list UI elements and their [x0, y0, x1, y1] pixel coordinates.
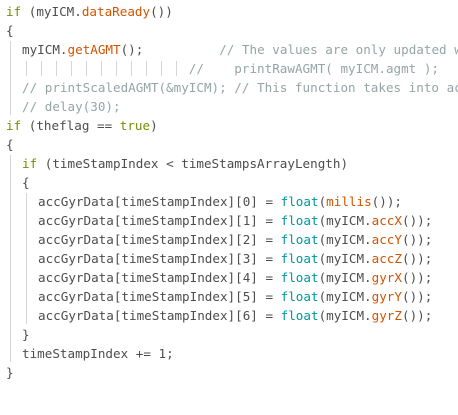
code-token: ()); [401, 251, 433, 266]
code-line[interactable]: { [22, 173, 30, 192]
code-token: float [280, 308, 319, 323]
code-token: (); [120, 42, 220, 57]
code-line[interactable]: accGyrData[timeStampIndex][4] = float(my… [38, 268, 432, 287]
code-token: (myICM. [318, 289, 372, 304]
code-line[interactable]: timeStampIndex += 1; [22, 344, 174, 363]
indent-guide [71, 61, 72, 76]
code-token: accGyrData[timeStampIndex][0] = [38, 194, 281, 209]
code-line[interactable]: if (theflag == true) [6, 116, 158, 135]
indent-guide [116, 61, 117, 76]
code-token: accZ [371, 251, 402, 266]
code-line[interactable]: { [6, 21, 14, 40]
code-token: ) [150, 118, 158, 133]
indent-guide [10, 41, 11, 115]
code-line[interactable]: // printRawAGMT( myICM.agmt ); [22, 59, 439, 78]
code-token: accX [371, 213, 402, 228]
code-token: // printRawAGMT( myICM.agmt ); [22, 61, 440, 76]
code-token: if [6, 4, 22, 19]
code-token: accGyrData[timeStampIndex][2] = [38, 232, 281, 247]
indent-guide [41, 61, 42, 76]
code-token: float [280, 289, 319, 304]
code-token: myICM. [22, 42, 68, 57]
code-line[interactable]: accGyrData[timeStampIndex][3] = float(my… [38, 249, 432, 268]
code-token: gyrZ [371, 308, 402, 323]
code-editor[interactable]: if (myICM.dataReady()){myICM.getAGMT(); … [0, 0, 458, 415]
code-line[interactable]: accGyrData[timeStampIndex][1] = float(my… [38, 211, 432, 230]
code-token: getAGMT [67, 42, 121, 57]
indent-guide [161, 61, 162, 76]
code-token: true [119, 118, 151, 133]
code-line[interactable]: } [22, 325, 30, 344]
code-token: ; [166, 346, 174, 361]
code-token: 1 [158, 346, 167, 361]
code-token: float [280, 270, 319, 285]
indent-guide [10, 155, 11, 362]
code-token: (myICM. [21, 4, 82, 19]
code-token: ()); [371, 194, 402, 209]
code-line[interactable]: { [6, 135, 14, 154]
code-token: if [22, 156, 38, 171]
code-line[interactable]: accGyrData[timeStampIndex][5] = float(my… [38, 287, 432, 306]
code-token: millis [326, 194, 372, 209]
code-line[interactable]: if (myICM.dataReady()) [6, 2, 173, 21]
code-token: } [22, 327, 30, 342]
indent-guide [176, 61, 177, 76]
code-token: accY [371, 232, 402, 247]
code-token: ()); [401, 270, 433, 285]
code-token: ()); [401, 308, 433, 323]
code-line[interactable]: } [6, 363, 14, 382]
code-token: ()) [150, 4, 173, 19]
code-token: accGyrData[timeStampIndex][3] = [38, 251, 281, 266]
code-token: timeStampIndex += [22, 346, 159, 361]
code-token: { [6, 137, 14, 152]
code-token: float [280, 232, 319, 247]
code-token: (myICM. [318, 251, 372, 266]
indent-guide [131, 61, 132, 76]
indent-guide [86, 61, 87, 76]
code-token: ()); [401, 232, 433, 247]
code-token: float [280, 213, 319, 228]
code-token: (theflag == [21, 118, 120, 133]
code-token: // delay(30); [22, 99, 121, 114]
code-token: } [6, 365, 14, 380]
code-token: accGyrData[timeStampIndex][4] = [38, 270, 281, 285]
code-token: float [280, 194, 319, 209]
code-token: // The values are only updated when new … [219, 42, 458, 57]
indent-guide [56, 61, 57, 76]
code-token: gyrY [371, 289, 402, 304]
indent-guide [146, 61, 147, 76]
indent-guide [26, 193, 27, 324]
code-line[interactable]: accGyrData[timeStampIndex][0] = float(mi… [38, 192, 402, 211]
code-line[interactable]: accGyrData[timeStampIndex][2] = float(my… [38, 230, 432, 249]
code-token: (myICM. [318, 308, 372, 323]
code-token: dataReady [81, 4, 151, 19]
code-token: (timeStampIndex < timeStampsArrayLength) [37, 156, 349, 171]
indent-guide [101, 61, 102, 76]
code-line[interactable]: myICM.getAGMT(); // The values are only … [22, 40, 458, 59]
code-line[interactable]: accGyrData[timeStampIndex][6] = float(my… [38, 306, 432, 325]
code-token: ()); [401, 289, 433, 304]
code-token: (myICM. [318, 213, 372, 228]
code-token: { [22, 175, 30, 190]
code-token: if [6, 118, 22, 133]
code-token: // printScaledAGMT(&myICM); // This func… [22, 80, 458, 95]
indent-guide [26, 61, 27, 76]
code-token: gyrX [371, 270, 402, 285]
code-token: (myICM. [318, 270, 372, 285]
code-line[interactable]: if (timeStampIndex < timeStampsArrayLeng… [22, 154, 348, 173]
code-token: { [6, 23, 14, 38]
code-token: ()); [401, 213, 433, 228]
code-token: accGyrData[timeStampIndex][6] = [38, 308, 281, 323]
code-token: float [280, 251, 319, 266]
code-token: accGyrData[timeStampIndex][1] = [38, 213, 281, 228]
code-token: accGyrData[timeStampIndex][5] = [38, 289, 281, 304]
code-line[interactable]: // delay(30); [22, 97, 121, 116]
code-line[interactable]: // printScaledAGMT(&myICM); // This func… [22, 78, 458, 97]
code-token: (myICM. [318, 232, 372, 247]
